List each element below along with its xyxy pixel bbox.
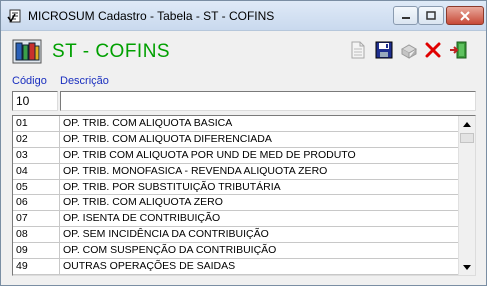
table-row[interactable]: 49 OUTRAS OPERAÇÕES DE SAIDAS: [13, 259, 459, 275]
maximize-icon: [426, 10, 436, 20]
row-description: OP. TRIB. MONOFASICA - REVENDA ALIQUOTA …: [63, 164, 328, 177]
table-row[interactable]: 04 OP. TRIB. MONOFASICA - REVENDA ALIQUOT…: [13, 163, 459, 180]
scroll-thumb[interactable]: [460, 133, 474, 143]
code-label: Código: [12, 75, 47, 87]
row-code: 09: [16, 244, 28, 257]
new-record-button[interactable]: [347, 39, 369, 61]
description-field[interactable]: [60, 91, 476, 111]
table-row[interactable]: 06 OP. TRIB. COM ALIQUOTA ZERO: [13, 195, 459, 212]
app-icon: [7, 8, 23, 24]
row-description: OP. TRIB. COM ALIQUOTA ZERO: [63, 196, 223, 209]
table-row[interactable]: 09 OP. COM SUSPENÇÃO DA CONTRIBUIÇÃO: [13, 243, 459, 260]
row-description: OP. COM SUSPENÇÃO DA CONTRIBUIÇÃO: [63, 244, 277, 257]
delete-icon: [425, 42, 441, 58]
minimize-button[interactable]: [393, 6, 418, 25]
description-label: Descrição: [60, 75, 109, 87]
scroll-up-arrow-icon: [463, 121, 471, 127]
code-field[interactable]: [12, 91, 58, 111]
scroll-down-arrow-icon: [463, 264, 471, 270]
app-window: MICROSUM Cadastro - Tabela - ST - COFINS: [0, 0, 487, 286]
close-button[interactable]: [446, 6, 484, 25]
row-code: 49: [16, 260, 28, 273]
save-button[interactable]: [373, 39, 395, 61]
exit-button[interactable]: [447, 39, 469, 61]
title-bar[interactable]: MICROSUM Cadastro - Tabela - ST - COFINS: [1, 1, 486, 31]
row-code: 05: [16, 180, 28, 193]
exit-icon: [450, 41, 467, 59]
records-grid[interactable]: 01 OP. TRIB. COM ALIQUOTA BASICA 02 OP. TR…: [12, 115, 476, 276]
row-code: 03: [16, 148, 28, 161]
print-icon: [400, 44, 418, 59]
grid-rows: 01 OP. TRIB. COM ALIQUOTA BASICA 02 OP. TR…: [13, 116, 459, 275]
row-code: 07: [16, 212, 28, 225]
row-description: OP. TRIB. POR SUBSTITUIÇÃO TRIBUTÁRIA: [63, 180, 281, 193]
table-row[interactable]: 01 OP. TRIB. COM ALIQUOTA BASICA: [13, 116, 459, 132]
maximize-button[interactable]: [418, 6, 444, 25]
row-description: OP. TRIB COM ALIQUOTA POR UND DE MED DE …: [63, 148, 356, 161]
row-code: 08: [16, 228, 28, 241]
books-logo-icon: [12, 37, 42, 65]
row-description: OP. ISENTA DE CONTRIBUIÇÃO: [63, 212, 221, 225]
print-button[interactable]: [398, 39, 420, 61]
scroll-down-button[interactable]: [459, 259, 475, 275]
row-code: 06: [16, 196, 28, 209]
scroll-up-button[interactable]: [459, 116, 475, 132]
row-code: 02: [16, 132, 28, 145]
row-description: OP. SEM INCIDÊNCIA DA CONTRIBUIÇÃO: [63, 228, 269, 241]
close-icon: [460, 10, 470, 21]
window-title: MICROSUM Cadastro - Tabela - ST - COFINS: [28, 9, 275, 23]
table-row[interactable]: 05 OP. TRIB. POR SUBSTITUIÇÃO TRIBUTÁRIA: [13, 179, 459, 196]
save-icon: [375, 41, 393, 59]
page-title: ST - COFINS: [52, 41, 171, 62]
table-row[interactable]: 08 OP. SEM INCIDÊNCIA DA CONTRIBUIÇÃO: [13, 227, 459, 244]
minimize-icon: [401, 16, 410, 19]
row-code: 04: [16, 164, 28, 177]
delete-button[interactable]: [422, 39, 444, 61]
header-toolbar: ST - COFINS: [9, 34, 479, 68]
row-code: 01: [16, 117, 28, 129]
new-record-icon: [351, 41, 365, 59]
row-description: OP. TRIB. COM ALIQUOTA DIFERENCIADA: [63, 132, 272, 145]
table-row[interactable]: 07 OP. ISENTA DE CONTRIBUIÇÃO: [13, 211, 459, 228]
row-description: OP. TRIB. COM ALIQUOTA BASICA: [63, 117, 233, 129]
vertical-scrollbar[interactable]: [458, 116, 475, 275]
row-description: OUTRAS OPERAÇÕES DE SAIDAS: [63, 260, 236, 273]
table-row[interactable]: 03 OP. TRIB COM ALIQUOTA POR UND DE MED D…: [13, 147, 459, 164]
table-row[interactable]: 02 OP. TRIB. COM ALIQUOTA DIFERENCIADA: [13, 131, 459, 148]
